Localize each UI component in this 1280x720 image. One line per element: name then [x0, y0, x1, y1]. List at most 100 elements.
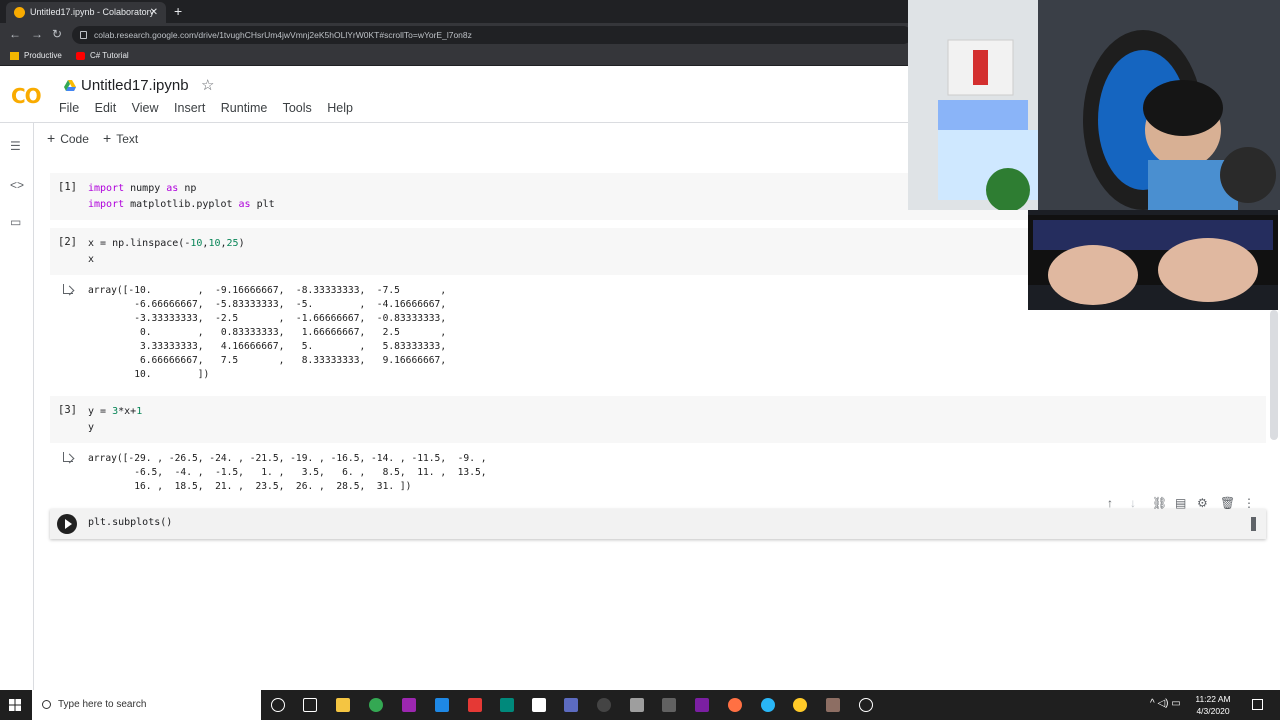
browser-tab[interactable]: Untitled17.ipynb - Colaboratory ✕: [6, 2, 166, 23]
minecraft-icon[interactable]: [826, 698, 840, 712]
code-token: 25: [226, 238, 239, 249]
cell-output: array([-29. , -26.5, -24. , -21.5, -19. …: [50, 444, 1266, 496]
davinci-resolve-icon[interactable]: [597, 698, 611, 712]
page-scrollbar[interactable]: [1270, 310, 1278, 440]
code-snippets-icon[interactable]: <>: [10, 178, 24, 192]
tab-title: Untitled17.ipynb - Colaboratory: [30, 7, 155, 17]
more-icon[interactable]: ⋮: [1243, 496, 1255, 510]
bookmark-csharp-tutorial[interactable]: C# Tutorial: [76, 49, 129, 63]
code-token: plt: [250, 199, 275, 210]
onenote-icon[interactable]: [695, 698, 709, 712]
menu-file[interactable]: File: [59, 101, 79, 115]
cortana-icon[interactable]: [271, 698, 285, 712]
code-token: matplotlib.pyplot: [124, 199, 239, 210]
arrow-up-icon[interactable]: ↑: [1107, 496, 1113, 510]
firefox-icon[interactable]: [728, 698, 742, 712]
app-icon[interactable]: [630, 698, 644, 712]
clock[interactable]: 11:22 AM 4/3/2020: [1188, 693, 1238, 717]
code-token: import: [88, 199, 125, 210]
app-icon[interactable]: [500, 698, 514, 712]
code-editor[interactable]: import numpy as np import matplotlib.pyp…: [88, 181, 275, 213]
menu-edit[interactable]: Edit: [95, 101, 117, 115]
code-token: *x+: [118, 406, 137, 417]
code-editor[interactable]: plt.subplots(): [88, 515, 172, 531]
chrome-icon[interactable]: [369, 698, 383, 712]
app-icon[interactable]: [793, 698, 807, 712]
code-token: 10: [208, 238, 221, 249]
folder-icon: [10, 52, 19, 60]
left-sidebar: ☰ <> ▭: [0, 123, 34, 690]
drive-icon: [64, 80, 76, 91]
close-tab-icon[interactable]: ✕: [150, 2, 158, 23]
windows-taskbar: Type here to search ^ ◁) ▭ 11:22 AM 4/3/…: [0, 690, 1280, 720]
add-code-button[interactable]: + Code: [47, 130, 89, 146]
file-explorer-icon[interactable]: [336, 698, 350, 712]
code-token: y: [88, 422, 95, 433]
menu-runtime[interactable]: Runtime: [221, 101, 268, 115]
add-text-button[interactable]: + Text: [103, 130, 138, 146]
app-icon[interactable]: [402, 698, 416, 712]
menu-view[interactable]: View: [132, 101, 159, 115]
code-token: 10: [190, 238, 203, 249]
notebook-title[interactable]: Untitled17.ipynb: [81, 77, 189, 94]
code-editor[interactable]: y = 3*x+1 y: [88, 404, 142, 436]
output-icon[interactable]: [63, 452, 73, 462]
arrow-down-icon[interactable]: ↓: [1130, 496, 1136, 510]
app-icon[interactable]: [532, 698, 546, 712]
code-token: x: [88, 254, 95, 265]
youtube-icon: [76, 52, 85, 60]
code-token: ): [238, 238, 245, 249]
taskbar-search-input[interactable]: Type here to search: [32, 690, 261, 720]
notifications-icon[interactable]: [1252, 699, 1263, 710]
code-token: 1: [136, 406, 143, 417]
link-icon[interactable]: ⛓: [1152, 496, 1167, 510]
menu-bar: File Edit View Insert Runtime Tools Help: [59, 101, 365, 115]
delete-icon[interactable]: 🗑: [1220, 496, 1235, 510]
lock-icon: [80, 31, 87, 39]
menu-help[interactable]: Help: [327, 101, 353, 115]
files-icon[interactable]: ▭: [10, 215, 21, 229]
reload-icon[interactable]: ↻: [52, 26, 62, 42]
comment-icon[interactable]: ▤: [1175, 496, 1186, 510]
back-icon[interactable]: ←: [9, 26, 21, 42]
star-icon[interactable]: ☆: [201, 76, 214, 94]
app-icon[interactable]: [662, 698, 676, 712]
app-icon[interactable]: [761, 698, 775, 712]
app-icon[interactable]: [468, 698, 482, 712]
code-token: x = np.linspace(-: [88, 238, 191, 249]
execution-count: [1]: [58, 181, 77, 193]
output-text: array([-29. , -26.5, -24. , -21.5, -19. …: [88, 453, 487, 492]
new-tab-button[interactable]: +: [174, 2, 182, 20]
code-token: as: [238, 199, 251, 210]
code-token: import: [88, 183, 125, 194]
address-input[interactable]: colab.research.google.com/drive/1tvughCH…: [72, 26, 912, 44]
colab-favicon-icon: [14, 7, 25, 18]
code-token: as: [166, 183, 179, 194]
app-icon[interactable]: [435, 698, 449, 712]
settings-icon[interactable]: ⚙: [1197, 496, 1208, 510]
system-tray[interactable]: ^ ◁) ▭: [1150, 698, 1181, 709]
webcam-overlay: [908, 0, 1280, 210]
keyboard-cam-overlay: [1028, 210, 1278, 310]
search-icon: [42, 700, 51, 709]
execution-count: [2]: [58, 236, 77, 248]
code-token: y =: [88, 406, 113, 417]
menu-tools[interactable]: Tools: [283, 101, 312, 115]
output-icon[interactable]: [63, 284, 73, 294]
active-code-cell[interactable]: plt.subplots(): [50, 509, 1266, 539]
code-token: np: [178, 183, 197, 194]
code-cell[interactable]: [3] y = 3*x+1 y: [50, 396, 1266, 443]
execution-count: [3]: [58, 404, 77, 416]
visual-studio-icon[interactable]: [564, 698, 578, 712]
run-cell-button[interactable]: [57, 514, 77, 534]
bookmark-productive[interactable]: Productive: [10, 49, 62, 63]
obs-icon[interactable]: [859, 698, 873, 712]
output-text: array([-10. , -9.16666667, -8.33333333, …: [88, 285, 447, 380]
cell-scrollbar[interactable]: [1251, 517, 1256, 531]
task-view-icon[interactable]: [303, 698, 317, 712]
menu-insert[interactable]: Insert: [174, 101, 205, 115]
url-text: colab.research.google.com/drive/1tvughCH…: [94, 30, 472, 40]
code-editor[interactable]: x = np.linspace(-10,10,25) x: [88, 236, 245, 268]
windows-start-icon[interactable]: [9, 699, 21, 711]
forward-icon[interactable]: →: [31, 26, 43, 42]
